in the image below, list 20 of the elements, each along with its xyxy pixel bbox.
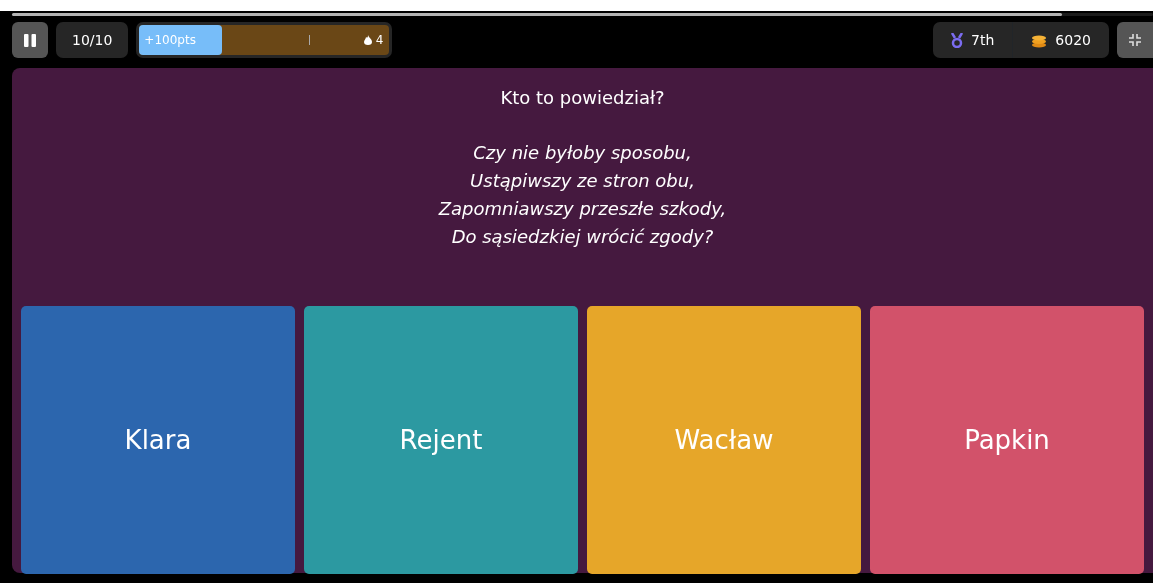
quote-line: Zapomniawszy przeszłe szkody, — [438, 197, 727, 221]
question-counter: 10/10 — [56, 22, 129, 58]
exit-fullscreen-icon — [1128, 33, 1142, 47]
exit-fullscreen-button[interactable] — [1117, 22, 1153, 58]
quote-line: Czy nie byłoby sposobu, — [473, 141, 692, 165]
medal-icon — [951, 32, 964, 48]
question-title: Kto to powiedział? — [499, 86, 666, 110]
answer-option[interactable]: Papkin — [870, 306, 1144, 574]
streak-count: 4 — [375, 32, 384, 49]
quote-line: Ustąpiwszy ze stron obu, — [470, 169, 695, 193]
answer-option[interactable]: Klara — [21, 306, 295, 574]
coin-count: 6020 — [1055, 30, 1091, 50]
pause-button[interactable] — [12, 22, 48, 58]
streak-fill: +100pts — [139, 25, 222, 55]
flame-icon — [363, 35, 372, 45]
quote-line: Do sąsiedzkiej wrócić zgody? — [451, 225, 714, 249]
pause-icon — [24, 33, 36, 47]
answer-option[interactable]: Wacław — [587, 306, 861, 574]
rank-text: 7th — [971, 30, 995, 50]
answer-option[interactable]: Rejent — [304, 306, 578, 574]
